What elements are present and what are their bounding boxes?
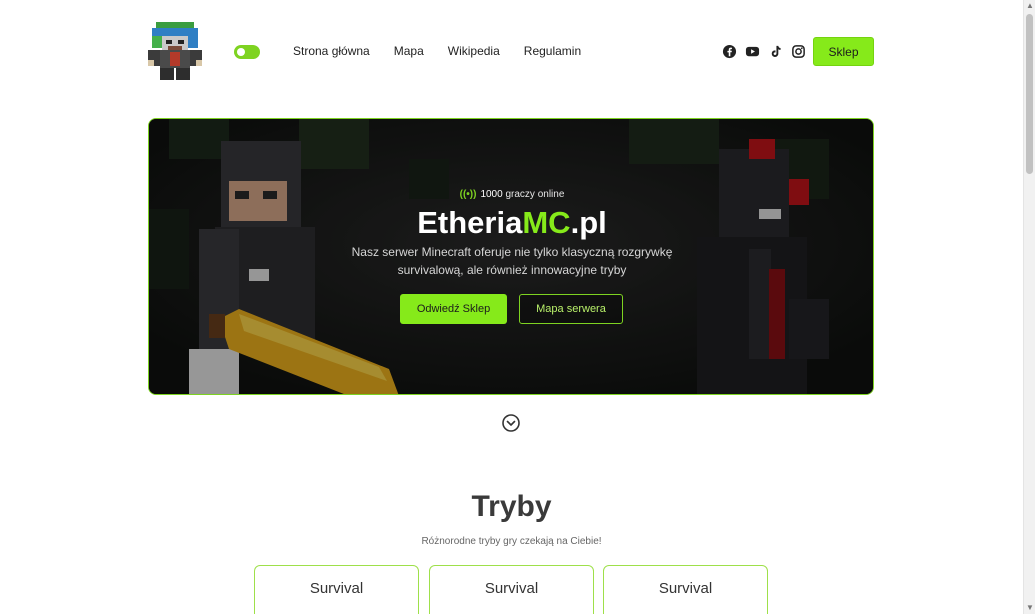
page: Strona główna Mapa Wikipedia Regulamin S… [0,0,1035,614]
toggle-switch-icon [237,48,245,56]
title-accent: MC [522,205,571,240]
visit-shop-button[interactable]: Odwiedź Sklep [400,294,507,324]
youtube-icon[interactable] [745,44,760,59]
instagram-icon[interactable] [791,44,806,59]
page-scrollbar[interactable]: ▲ ▼ [1023,0,1035,614]
title-main: Etheria [417,205,523,240]
mode-card[interactable]: Survival [254,565,419,614]
modes-title: Tryby [471,490,552,523]
nav-link-home[interactable]: Strona główna [293,44,370,58]
server-map-button[interactable]: Mapa serwera [519,294,623,324]
broadcast-icon: ((•)) [459,189,477,200]
online-status: ((•)) 1000 graczy online [149,189,873,200]
mode-card-title: Survival [309,580,364,597]
hero-banner: ((•)) 1000 graczy online EtheriaMC.pl Nas… [148,118,874,395]
theme-toggle[interactable] [234,45,260,59]
mode-card-title: Survival [484,580,539,597]
mode-card[interactable]: Survival [429,565,594,614]
chevron-down-circle-icon[interactable] [501,413,521,433]
hero-description: Nasz serwer Minecraft oferuje nie tylko … [351,245,673,277]
online-count: 1000 [480,189,503,200]
main-nav: Strona główna Mapa Wikipedia Regulamin [293,44,581,58]
scroll-up-icon[interactable]: ▲ [1024,0,1035,12]
scrollbar-thumb[interactable] [1026,14,1033,174]
nav-link-map[interactable]: Mapa [394,44,424,58]
online-label: graczy online [505,189,565,200]
social-links [722,44,806,59]
shop-button[interactable]: Sklep [813,37,874,66]
modes-subtitle: Różnorodne tryby gry czekają na Ciebie! [421,536,602,547]
tiktok-icon[interactable] [768,44,783,59]
pixel-skin-logo-icon [148,22,202,80]
nav-link-wiki[interactable]: Wikipedia [448,44,500,58]
mode-card[interactable]: Survival [603,565,768,614]
mode-card-title: Survival [658,580,713,597]
logo[interactable] [148,22,202,80]
scroll-down-arrow-icon[interactable]: ▼ [1024,602,1035,614]
nav-link-rules[interactable]: Regulamin [524,44,581,58]
hero-title: EtheriaMC.pl [149,205,873,241]
facebook-icon[interactable] [722,44,737,59]
title-suffix: .pl [570,205,607,240]
hero-content: ((•)) 1000 graczy online EtheriaMC.pl Nas… [149,119,873,394]
